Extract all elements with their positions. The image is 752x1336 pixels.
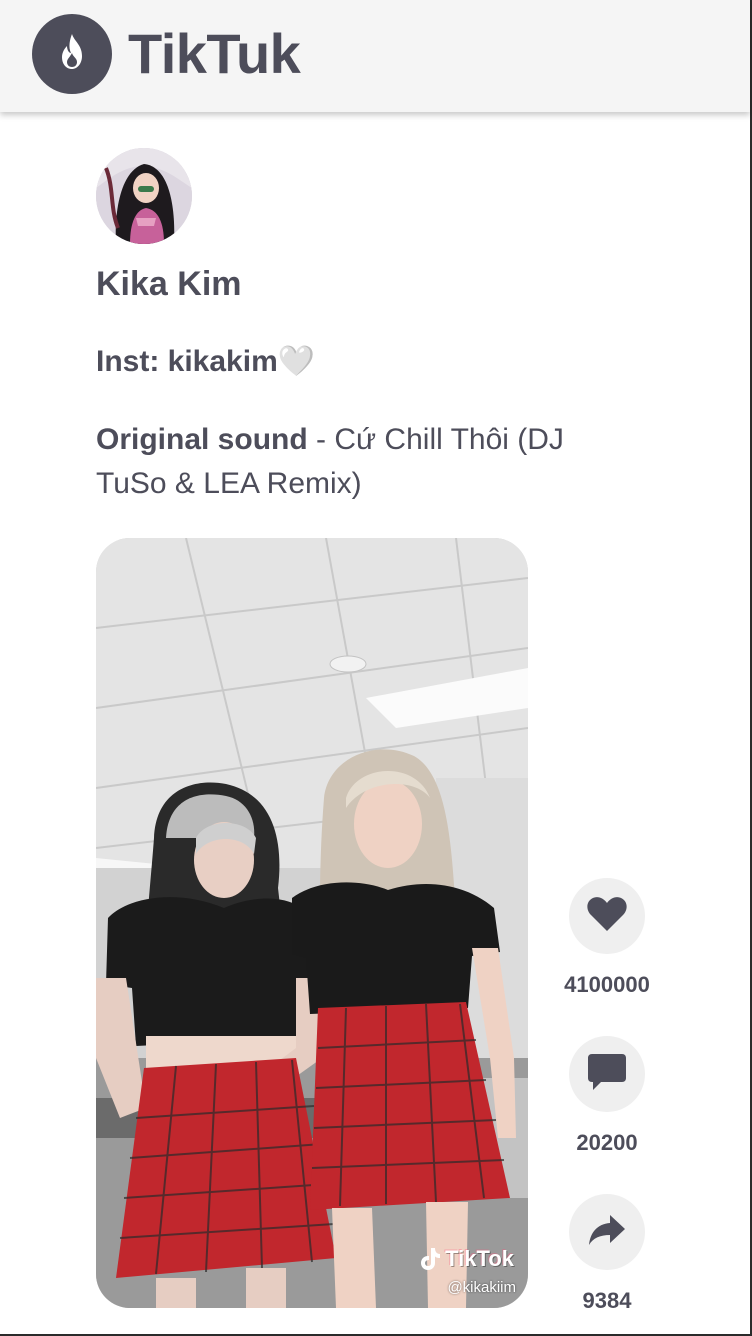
sound-separator: - xyxy=(307,423,335,456)
app-header: TikTuk xyxy=(0,0,750,112)
video-caption: Inst: kikakim🤍 xyxy=(96,345,316,378)
flame-icon xyxy=(54,32,90,77)
video-watermark-handle: @kikakiim xyxy=(447,1279,516,1296)
comment-action: 20200 xyxy=(560,1036,654,1158)
tiktok-note-icon xyxy=(419,1247,441,1271)
app-title[interactable]: TikTuk xyxy=(128,22,301,86)
heart-icon xyxy=(587,896,627,937)
like-count: 4100000 xyxy=(564,972,650,997)
like-action: 4100000 xyxy=(560,878,654,1000)
avatar[interactable] xyxy=(96,148,192,244)
share-icon xyxy=(588,1214,626,1251)
video-player[interactable]: TikTok @kikakiim xyxy=(96,538,528,1308)
comment-count: 20200 xyxy=(576,1130,638,1155)
video-watermark-brand: TikTok xyxy=(419,1246,514,1272)
like-button[interactable] xyxy=(569,878,645,954)
comment-button[interactable] xyxy=(569,1036,645,1112)
logo[interactable] xyxy=(32,14,112,94)
comment-icon xyxy=(587,1052,627,1097)
page: TikTuk Kika Kim Inst: kikakim🤍 Original … xyxy=(0,0,752,1336)
sound-info[interactable]: Original sound - Cứ Chill Thôi (DJ TuSo … xyxy=(96,418,636,506)
share-button[interactable] xyxy=(569,1194,645,1270)
share-count: 9384 xyxy=(582,1288,632,1313)
sound-label: Original sound xyxy=(96,423,308,456)
author-name[interactable]: Kika Kim xyxy=(96,262,242,306)
video-frame xyxy=(96,538,528,1308)
share-action: 9384 xyxy=(560,1194,654,1316)
